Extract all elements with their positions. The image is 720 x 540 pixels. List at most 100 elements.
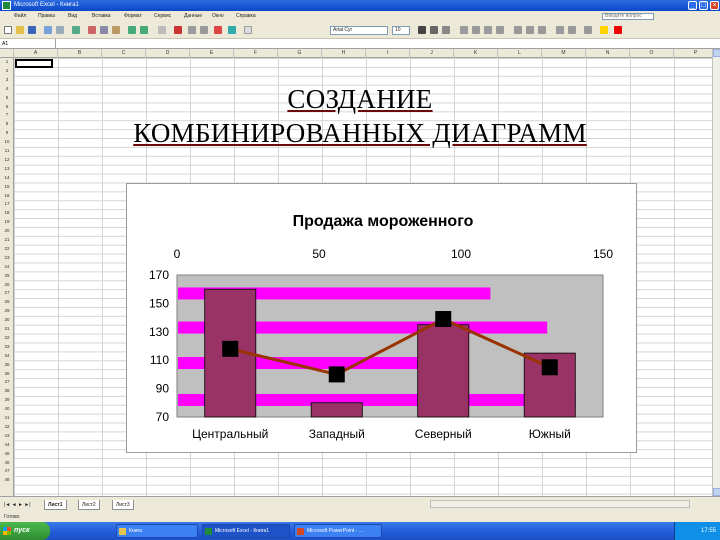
row-header[interactable]: 27 [0, 289, 14, 297]
new-icon[interactable] [4, 26, 12, 34]
column-header[interactable]: D [146, 49, 190, 58]
menu-file[interactable]: Файл [14, 11, 26, 22]
row-header[interactable]: 13 [0, 165, 14, 173]
font-color-icon[interactable] [614, 26, 622, 34]
row-header[interactable]: 7 [0, 111, 14, 119]
borders-icon[interactable] [584, 26, 592, 34]
column-header[interactable]: E [190, 49, 234, 58]
column-header[interactable]: N [586, 49, 630, 58]
drawing-icon[interactable] [228, 26, 236, 34]
row-header[interactable]: 22 [0, 245, 14, 253]
row-header[interactable]: 15 [0, 183, 14, 191]
menu-help[interactable]: Справка [236, 11, 256, 22]
column-header[interactable]: F [234, 49, 278, 58]
tab-sheet2[interactable]: Лист2 [78, 500, 100, 510]
task-excel[interactable]: Microsoft Excel - Книга1 [202, 524, 290, 538]
increase-indent-icon[interactable] [568, 26, 576, 34]
column-header[interactable]: P [674, 49, 712, 58]
paste-icon[interactable] [112, 26, 120, 34]
row-header[interactable]: 30 [0, 316, 14, 324]
active-cell[interactable] [15, 59, 53, 68]
currency-icon[interactable] [514, 26, 522, 34]
sort-descending-icon[interactable] [200, 26, 208, 34]
column-header[interactable]: J [410, 49, 454, 58]
tab-sheet3[interactable]: Лист3 [112, 500, 134, 510]
task-folder[interactable]: Книга [116, 524, 198, 538]
row-header[interactable]: 38 [0, 387, 14, 395]
menu-window[interactable]: Окно [212, 11, 224, 22]
question-input[interactable]: Введите вопрос [602, 13, 654, 20]
row-header[interactable]: 47 [0, 467, 14, 475]
row-header[interactable]: 35 [0, 361, 14, 369]
undo-icon[interactable] [128, 26, 136, 34]
sort-ascending-icon[interactable] [188, 26, 196, 34]
row-header[interactable]: 18 [0, 209, 14, 217]
row-header[interactable]: 45 [0, 450, 14, 458]
tab-navigation-buttons[interactable]: |◄ ◄ ► ►| [4, 500, 31, 510]
row-header[interactable]: 21 [0, 236, 14, 244]
row-header[interactable]: 48 [0, 476, 14, 484]
print-icon[interactable] [44, 26, 52, 34]
row-header[interactable]: 6 [0, 103, 14, 111]
redo-icon[interactable] [140, 26, 148, 34]
row-header[interactable]: 26 [0, 281, 14, 289]
open-icon[interactable] [16, 26, 24, 34]
row-header[interactable]: 33 [0, 343, 14, 351]
row-header[interactable]: 37 [0, 378, 14, 386]
select-all-corner[interactable] [0, 49, 14, 58]
column-header[interactable]: B [58, 49, 102, 58]
menu-view[interactable]: Вид [68, 11, 77, 22]
row-header[interactable]: 34 [0, 352, 14, 360]
fill-color-icon[interactable] [600, 26, 608, 34]
align-center-icon[interactable] [472, 26, 480, 34]
row-header[interactable]: 16 [0, 192, 14, 200]
underline-icon[interactable] [442, 26, 450, 34]
scroll-up-icon[interactable] [713, 49, 720, 57]
row-header[interactable]: 43 [0, 432, 14, 440]
name-box[interactable]: A1 [0, 39, 56, 49]
menu-format[interactable]: Формат [124, 11, 142, 22]
row-header[interactable]: 25 [0, 272, 14, 280]
autosum-icon[interactable] [174, 26, 182, 34]
row-header[interactable]: 42 [0, 423, 14, 431]
row-header[interactable]: 1 [0, 58, 14, 66]
merge-center-icon[interactable] [496, 26, 504, 34]
row-header[interactable]: 4 [0, 85, 14, 93]
column-header[interactable]: O [630, 49, 674, 58]
copy-icon[interactable] [100, 26, 108, 34]
row-header[interactable]: 2 [0, 67, 14, 75]
row-header[interactable]: 28 [0, 298, 14, 306]
column-header[interactable]: H [322, 49, 366, 58]
row-header[interactable]: 3 [0, 76, 14, 84]
row-header[interactable]: 24 [0, 263, 14, 271]
bold-icon[interactable] [418, 26, 426, 34]
scroll-down-icon[interactable] [713, 488, 720, 496]
comma-icon[interactable] [538, 26, 546, 34]
row-header[interactable]: 23 [0, 254, 14, 262]
row-header[interactable]: 32 [0, 334, 14, 342]
save-icon[interactable] [28, 26, 36, 34]
row-header[interactable]: 10 [0, 138, 14, 146]
close-button[interactable]: × [710, 1, 719, 10]
column-header[interactable]: C [102, 49, 146, 58]
column-header[interactable]: L [498, 49, 542, 58]
row-header[interactable]: 44 [0, 441, 14, 449]
row-header[interactable]: 39 [0, 396, 14, 404]
column-header[interactable]: A [14, 49, 58, 58]
chart-object[interactable]: Продажа мороженного 70 90 110 130 150 170 0 50 10… [126, 183, 637, 453]
chart-wizard-icon[interactable] [214, 26, 222, 34]
menu-insert[interactable]: Вставка [92, 11, 111, 22]
row-header[interactable]: 20 [0, 227, 14, 235]
spelling-icon[interactable] [72, 26, 80, 34]
row-header[interactable]: 46 [0, 459, 14, 467]
row-header[interactable]: 14 [0, 174, 14, 182]
hyperlink-icon[interactable] [158, 26, 166, 34]
row-header[interactable]: 17 [0, 200, 14, 208]
row-header[interactable]: 5 [0, 94, 14, 102]
row-header[interactable]: 9 [0, 129, 14, 137]
align-left-icon[interactable] [460, 26, 468, 34]
row-header[interactable]: 29 [0, 307, 14, 315]
font-size-select[interactable]: 10 [392, 26, 410, 35]
menu-edit[interactable]: Правка [38, 11, 55, 22]
horizontal-scrollbar[interactable] [430, 500, 690, 508]
